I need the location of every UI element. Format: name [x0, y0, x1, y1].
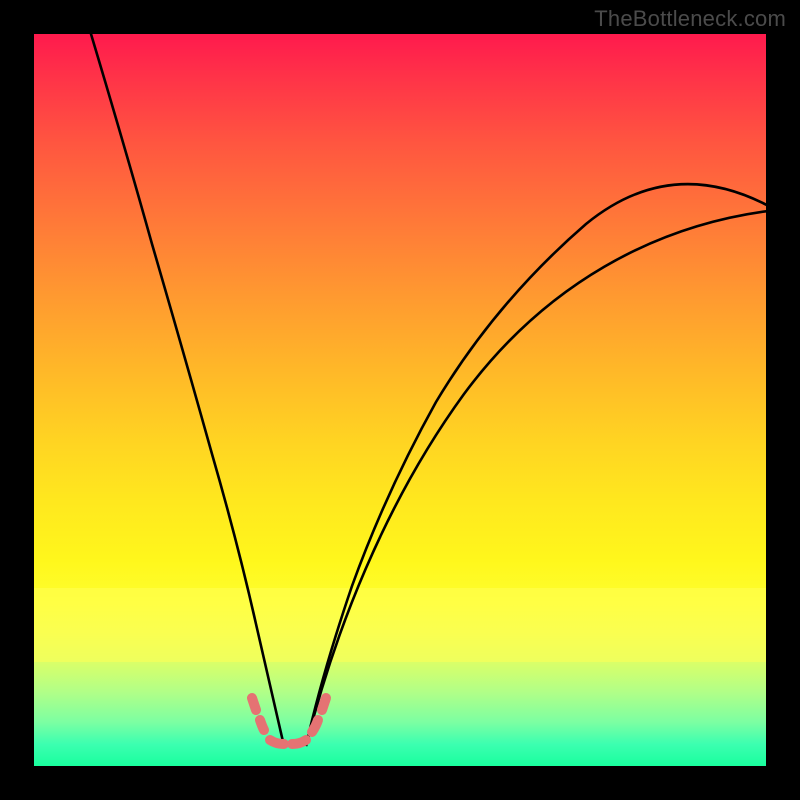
- plot-area: [34, 34, 766, 766]
- curve-right-branch-2: [306, 210, 766, 746]
- curve-layer: [34, 34, 766, 766]
- curve-right-branch: [306, 184, 766, 746]
- curve-left-branch: [88, 34, 284, 746]
- chart-frame: TheBottleneck.com: [0, 0, 800, 800]
- watermark-text: TheBottleneck.com: [594, 6, 786, 32]
